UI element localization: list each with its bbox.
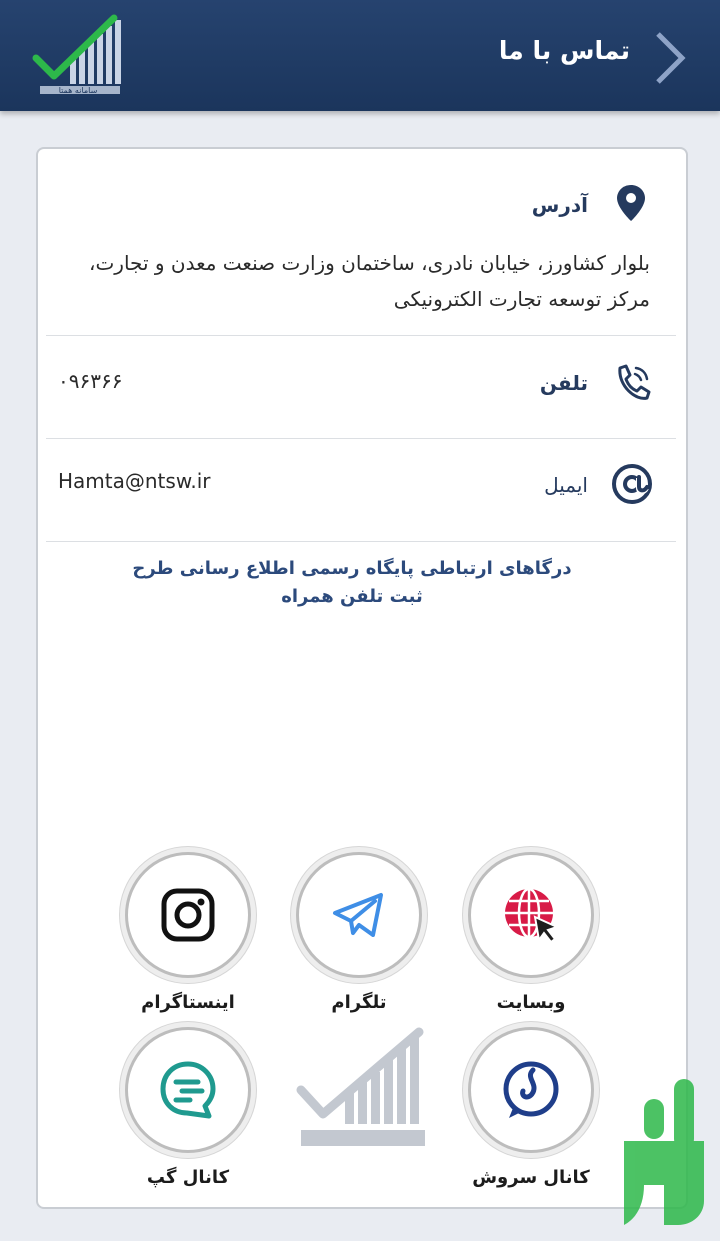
phone-call-icon[interactable] bbox=[612, 362, 652, 404]
telegram-link[interactable]: تلگرام bbox=[289, 852, 429, 1013]
hamta-watermark bbox=[296, 1027, 425, 1146]
gap-link[interactable]: کانال گپ bbox=[118, 1027, 258, 1188]
soroush-link[interactable]: کانال سروش bbox=[461, 1027, 601, 1188]
logo-text: سامانه همتا bbox=[59, 86, 98, 95]
hamta-logo: سامانه همتا bbox=[32, 14, 121, 95]
phone-label: تلفن bbox=[539, 371, 588, 395]
telegram-label: تلگرام bbox=[331, 992, 387, 1013]
page-title: تماس با ما bbox=[498, 36, 630, 65]
divider bbox=[46, 438, 676, 439]
portals-title: درگاهای ارتباطی پایگاه رسمی اطلاع رسانی … bbox=[132, 558, 572, 607]
instagram-icon bbox=[161, 888, 215, 942]
gap-icon bbox=[160, 1061, 216, 1119]
divider bbox=[46, 335, 676, 336]
website-link[interactable]: وبسایت bbox=[461, 852, 601, 1013]
soroush-label: کانال سروش bbox=[472, 1167, 590, 1188]
divider bbox=[46, 541, 676, 542]
soroush-icon bbox=[503, 1061, 559, 1118]
instagram-link[interactable]: اینستاگرام bbox=[118, 852, 258, 1013]
email-value[interactable]: Hamta@ntsw.ir bbox=[58, 469, 210, 493]
app-header: سامانه همتا تماس با ما bbox=[0, 0, 720, 111]
gap-label: کانال گپ bbox=[146, 1167, 230, 1188]
phone-value[interactable]: ۰۹۶۳۶۶ bbox=[58, 369, 122, 393]
website-label: وبسایت bbox=[496, 992, 566, 1013]
location-pin-icon bbox=[617, 185, 645, 221]
email-label: ایمیل bbox=[544, 473, 588, 497]
globe-icon bbox=[505, 887, 560, 944]
store-badge-icon bbox=[624, 1079, 704, 1225]
address-label: آدرس bbox=[531, 193, 588, 217]
instagram-label: اینستاگرام bbox=[141, 992, 235, 1013]
contact-card: آدرس بلوار کشاورز، خیابان نادری، ساختمان… bbox=[36, 147, 688, 1209]
chevron-right-icon[interactable] bbox=[652, 30, 688, 86]
address-text: بلوار کشاورز، خیابان نادری، ساختمان وزار… bbox=[89, 251, 650, 311]
at-sign-icon[interactable] bbox=[610, 462, 654, 506]
telegram-icon bbox=[333, 893, 383, 937]
